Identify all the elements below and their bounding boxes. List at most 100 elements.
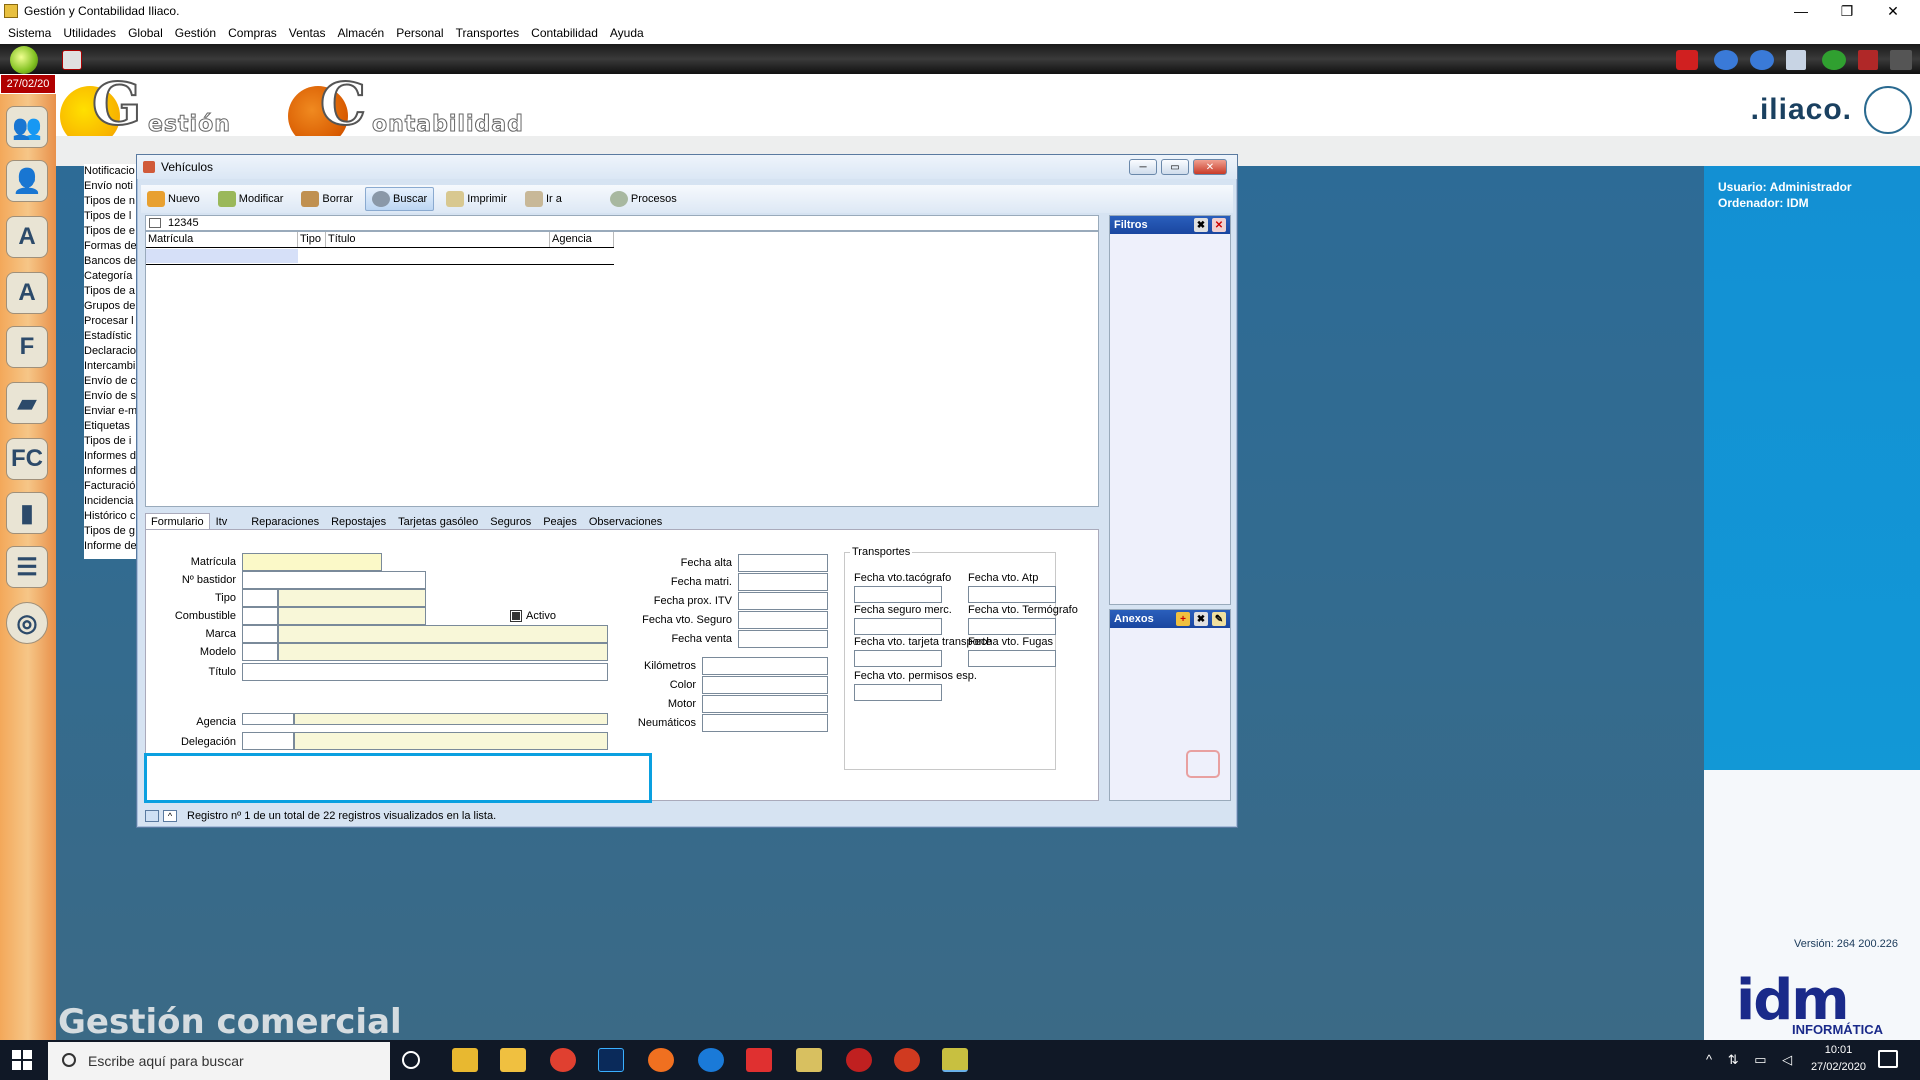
iliaco-taskbar-icon[interactable] bbox=[942, 1048, 968, 1072]
notification-icon[interactable] bbox=[1676, 50, 1698, 70]
close-window-icon[interactable] bbox=[1858, 50, 1878, 70]
list-item[interactable]: Bancos de bbox=[84, 254, 140, 269]
titulo-field[interactable] bbox=[242, 663, 608, 681]
fecha-venta-field[interactable] bbox=[738, 630, 828, 648]
list-item[interactable]: Envío de c bbox=[84, 374, 140, 389]
list-item[interactable]: Tipos de n bbox=[84, 194, 140, 209]
app-icon-3[interactable] bbox=[894, 1048, 920, 1072]
disc-icon[interactable]: ◎ bbox=[6, 602, 48, 644]
attachment-tools-icon[interactable]: ✖ bbox=[1194, 612, 1208, 626]
list-item[interactable]: Informes d bbox=[84, 449, 140, 464]
window-minimize-button[interactable]: ─ bbox=[1129, 159, 1157, 175]
fecha-matri-field[interactable] bbox=[738, 573, 828, 591]
table-row[interactable] bbox=[146, 249, 298, 263]
list-item[interactable]: Tipos de l bbox=[84, 209, 140, 224]
buscar-button[interactable]: Buscar bbox=[364, 187, 435, 211]
photoshop-icon[interactable] bbox=[598, 1048, 624, 1072]
back-arrow-icon[interactable] bbox=[1714, 50, 1738, 70]
rx-icon[interactable] bbox=[846, 1048, 872, 1072]
fecha-itv-field[interactable] bbox=[738, 592, 828, 610]
modificar-button[interactable]: Modificar bbox=[212, 187, 290, 211]
list-item[interactable]: Procesar l bbox=[84, 314, 140, 329]
procesos-button[interactable]: Procesos bbox=[604, 187, 683, 211]
list-item[interactable]: Informes d bbox=[84, 464, 140, 479]
list-item[interactable]: Tipos de i bbox=[84, 434, 140, 449]
list-item[interactable]: Intercambi bbox=[84, 359, 140, 374]
list-item[interactable]: Estadístic bbox=[84, 329, 140, 344]
list-item[interactable]: Histórico c bbox=[84, 509, 140, 524]
bastidor-field[interactable] bbox=[242, 571, 426, 589]
letter-f-icon[interactable]: F bbox=[6, 326, 48, 368]
window-close-button[interactable]: ✕ bbox=[1193, 159, 1227, 175]
fc-icon[interactable]: FC bbox=[6, 438, 48, 480]
globe-icon[interactable] bbox=[10, 46, 38, 74]
list-item[interactable]: Informe de bbox=[84, 539, 140, 554]
file-explorer-icon[interactable] bbox=[500, 1048, 526, 1072]
add-attachment-icon[interactable]: + bbox=[1176, 612, 1190, 626]
menu-gestion[interactable]: Gestión bbox=[169, 26, 222, 40]
col-tipo[interactable]: Tipo bbox=[298, 232, 326, 247]
combustible-code-field[interactable] bbox=[242, 607, 278, 625]
color-field[interactable] bbox=[702, 676, 828, 694]
agencia-code-field[interactable] bbox=[242, 713, 294, 725]
anydesk-icon[interactable] bbox=[746, 1048, 772, 1072]
fecha-alta-field[interactable] bbox=[738, 554, 828, 572]
chrome-icon[interactable] bbox=[550, 1048, 576, 1072]
windows-list-icon[interactable] bbox=[1786, 50, 1806, 70]
menu-sistema[interactable]: Sistema bbox=[2, 26, 57, 40]
menu-personal[interactable]: Personal bbox=[390, 26, 449, 40]
collapse-icon[interactable]: ^ bbox=[163, 810, 177, 822]
motor-field[interactable] bbox=[702, 695, 828, 713]
users-icon[interactable]: 👥 bbox=[6, 106, 48, 148]
firefox-icon[interactable] bbox=[648, 1048, 674, 1072]
matricula-field[interactable] bbox=[242, 553, 382, 571]
help-icon[interactable] bbox=[1822, 50, 1846, 70]
neumaticos-field[interactable] bbox=[702, 714, 828, 732]
app-icon-2[interactable] bbox=[796, 1048, 822, 1072]
user-a-icon[interactable]: A bbox=[6, 216, 48, 258]
tacografo-field[interactable] bbox=[854, 586, 942, 603]
minimize-button[interactable]: — bbox=[1778, 0, 1824, 22]
cortana-icon[interactable] bbox=[402, 1051, 420, 1069]
menu-compras[interactable]: Compras bbox=[222, 26, 283, 40]
list-item[interactable]: Categoría bbox=[84, 269, 140, 284]
status-folder-icon[interactable] bbox=[145, 810, 159, 822]
col-titulo[interactable]: Título bbox=[326, 232, 550, 247]
menu-almacen[interactable]: Almacén bbox=[332, 26, 391, 40]
seguro-merc-field[interactable] bbox=[854, 618, 942, 635]
kilometros-field[interactable] bbox=[702, 657, 828, 675]
permisos-field[interactable] bbox=[854, 684, 942, 701]
list-item[interactable]: Grupos de bbox=[84, 299, 140, 314]
marca-code-field[interactable] bbox=[242, 625, 278, 643]
activo-checkbox[interactable] bbox=[510, 610, 522, 622]
close-all-icon[interactable] bbox=[1890, 50, 1912, 70]
filters-settings-icon[interactable]: ✖ bbox=[1194, 218, 1208, 232]
col-matricula[interactable]: Matrícula bbox=[146, 232, 298, 247]
termografo-field[interactable] bbox=[968, 618, 1056, 635]
menu-contabilidad[interactable]: Contabilidad bbox=[525, 26, 604, 40]
letter-a-icon[interactable]: A bbox=[6, 272, 48, 314]
edge-icon[interactable] bbox=[698, 1048, 724, 1072]
list-item[interactable]: Facturació bbox=[84, 479, 140, 494]
atp-field[interactable] bbox=[968, 586, 1056, 603]
menu-global[interactable]: Global bbox=[122, 26, 169, 40]
folder-icon[interactable]: ▮ bbox=[6, 492, 48, 534]
ir-a-button[interactable]: Ir a bbox=[519, 187, 568, 211]
list-item[interactable]: Declaracio bbox=[84, 344, 140, 359]
restore-button[interactable]: ❐ bbox=[1824, 0, 1870, 22]
menu-utilidades[interactable]: Utilidades bbox=[57, 26, 122, 40]
bag-icon[interactable]: ▰ bbox=[6, 382, 48, 424]
clock[interactable]: 10:01 27/02/2020 bbox=[1811, 1042, 1866, 1076]
list-item[interactable]: Incidencia bbox=[84, 494, 140, 509]
col-agencia[interactable]: Agencia bbox=[550, 232, 614, 247]
close-button[interactable]: ✕ bbox=[1870, 0, 1916, 22]
imprimir-button[interactable]: Imprimir bbox=[440, 187, 513, 211]
list-item[interactable]: Notificacio bbox=[84, 164, 140, 179]
notifications-icon[interactable] bbox=[1878, 1050, 1898, 1068]
taskbar-folder-icon[interactable] bbox=[452, 1048, 478, 1072]
list-item[interactable]: Tipos de g bbox=[84, 524, 140, 539]
borrar-button[interactable]: Borrar bbox=[295, 187, 359, 211]
list-item[interactable]: Enviar e-m bbox=[84, 404, 140, 419]
user-icon[interactable]: 👤 bbox=[6, 160, 48, 202]
list-item[interactable]: Tipos de a bbox=[84, 284, 140, 299]
